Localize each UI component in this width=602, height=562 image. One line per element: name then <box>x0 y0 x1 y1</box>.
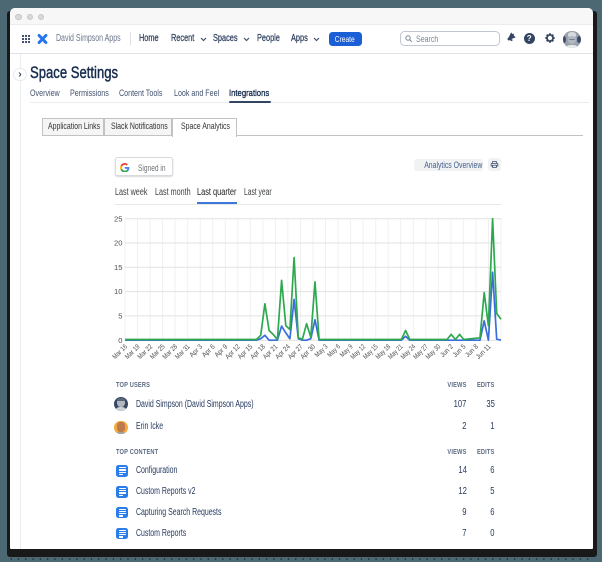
svg-text:May 3: May 3 <box>314 343 330 359</box>
svg-text:5: 5 <box>118 312 122 321</box>
svg-text:Apr 6: Apr 6 <box>201 343 217 359</box>
svg-text:Apr 30: Apr 30 <box>300 343 318 361</box>
svg-text:20: 20 <box>114 239 122 248</box>
svg-text:10: 10 <box>114 287 122 296</box>
svg-text:Mar 31: Mar 31 <box>174 343 192 361</box>
svg-text:Jun 11: Jun 11 <box>475 343 493 361</box>
svg-text:Jun 2: Jun 2 <box>439 343 455 359</box>
svg-text:May 6: May 6 <box>326 343 342 359</box>
svg-text:25: 25 <box>114 214 122 223</box>
svg-text:May 30: May 30 <box>425 343 443 361</box>
svg-text:Apr 3: Apr 3 <box>189 343 205 359</box>
svg-text:Jun 5: Jun 5 <box>452 343 468 359</box>
svg-text:0: 0 <box>118 336 122 345</box>
svg-text:15: 15 <box>114 263 122 272</box>
